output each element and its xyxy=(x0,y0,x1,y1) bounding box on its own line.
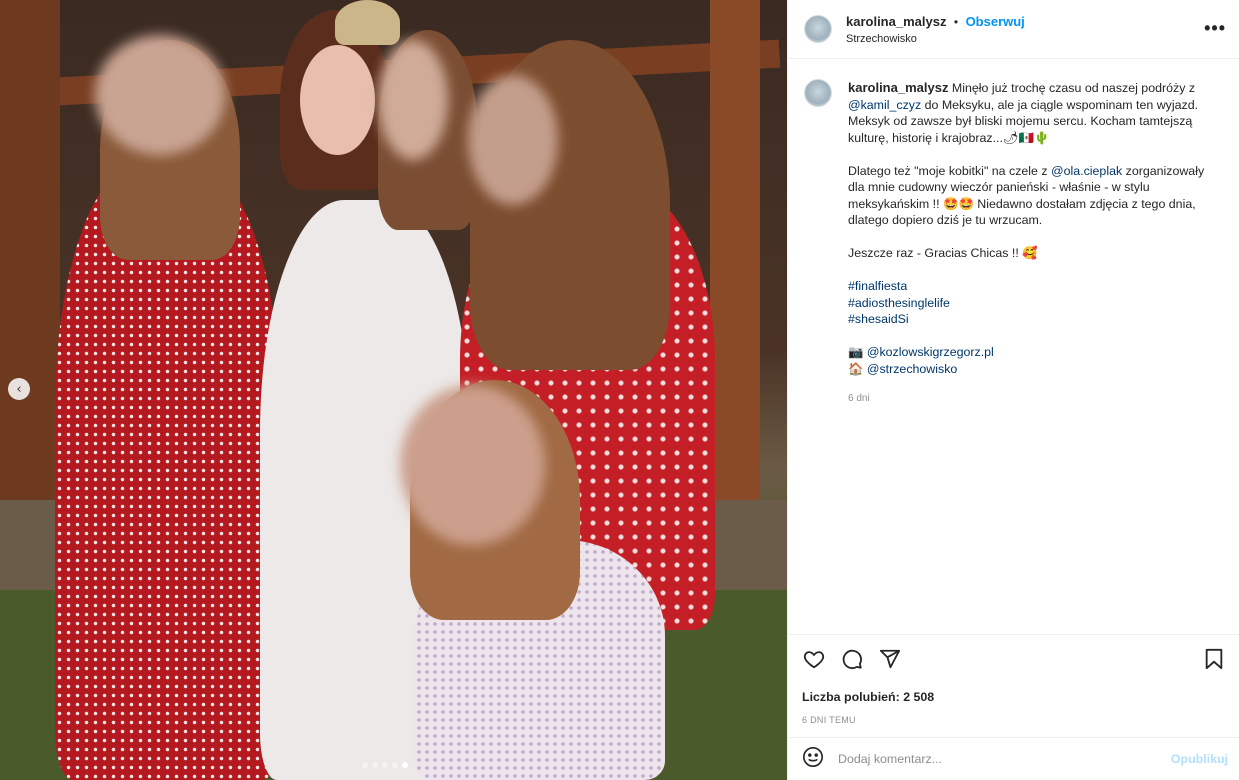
follow-button[interactable]: Obserwuj xyxy=(966,14,1025,29)
caption-timestamp[interactable]: 6 dni xyxy=(848,391,1220,408)
like-count[interactable]: Liczba polubień: 2 508 xyxy=(802,690,1226,704)
carousel-dot xyxy=(392,762,398,768)
mention-link[interactable]: @strzechowisko xyxy=(867,362,957,376)
post-comment-button[interactable]: Opublikuj xyxy=(1171,752,1228,766)
caption-author[interactable]: karolina_malysz xyxy=(848,80,948,95)
blurred-face xyxy=(400,385,545,545)
separator: • xyxy=(953,15,959,29)
comment-input[interactable] xyxy=(838,752,1171,766)
share-icon[interactable] xyxy=(878,647,902,671)
barn-post xyxy=(0,0,60,520)
carousel-dot xyxy=(382,762,388,768)
post-side-panel: karolina_malysz • Obserwuj Strzechowisko… xyxy=(787,0,1239,780)
post-date[interactable]: 6 DNI TEMU xyxy=(802,715,1226,725)
post-header: karolina_malysz • Obserwuj Strzechowisko… xyxy=(788,0,1239,59)
carousel-dot xyxy=(362,762,368,768)
carousel-dot-active xyxy=(402,762,408,768)
comment-icon[interactable] xyxy=(840,647,864,671)
bookmark-icon[interactable] xyxy=(1202,647,1226,671)
hashtag-link[interactable]: #adiosthesinglelife xyxy=(848,295,1220,312)
author-username[interactable]: karolina_malysz xyxy=(846,14,946,29)
location-link[interactable]: Strzechowisko xyxy=(846,33,1025,45)
hashtag-link[interactable]: #finalfiesta xyxy=(848,278,1220,295)
hashtag-link[interactable]: #shesaidSi xyxy=(848,311,1220,328)
blurred-face xyxy=(95,35,225,155)
carousel-prev-button[interactable]: ‹ xyxy=(8,378,30,400)
caption-text: Minęło już trochę czasu od naszej podróż… xyxy=(951,81,1196,95)
face xyxy=(300,45,375,155)
action-bar: Liczba polubień: 2 508 6 DNI TEMU xyxy=(788,634,1239,725)
blurred-face xyxy=(468,75,558,205)
mention-link[interactable]: @kamil_czyz xyxy=(848,98,921,112)
more-options-icon[interactable]: ••• xyxy=(1204,18,1226,39)
avatar[interactable] xyxy=(804,15,832,43)
camera-icon: 📷 xyxy=(848,345,864,359)
post-photo[interactable]: ‹ xyxy=(0,0,787,780)
caption: karolina_malysz Minęło już trochę czasu … xyxy=(804,79,1224,408)
caption-text: Dlatego też "moje kobitki" na czele z xyxy=(848,163,1048,178)
barn-post xyxy=(710,0,760,500)
emoji-icon[interactable] xyxy=(802,746,824,773)
mention-link[interactable]: @kozlowskigrzegorz.pl xyxy=(867,345,994,359)
mention-link[interactable]: @ola.cieplak xyxy=(1051,164,1122,178)
house-icon: 🏠 xyxy=(848,361,864,376)
chevron-left-icon: ‹ xyxy=(16,381,22,397)
avatar[interactable] xyxy=(804,79,832,107)
caption-text: Jeszcze raz - Gracias Chicas !! 🥰 xyxy=(848,246,1038,260)
blurred-face xyxy=(378,40,448,160)
sombrero-hat xyxy=(335,0,400,45)
comment-bar: Opublikuj xyxy=(788,737,1239,780)
carousel-dots xyxy=(362,762,408,768)
carousel-dot xyxy=(372,762,378,768)
heart-icon[interactable] xyxy=(802,647,826,671)
